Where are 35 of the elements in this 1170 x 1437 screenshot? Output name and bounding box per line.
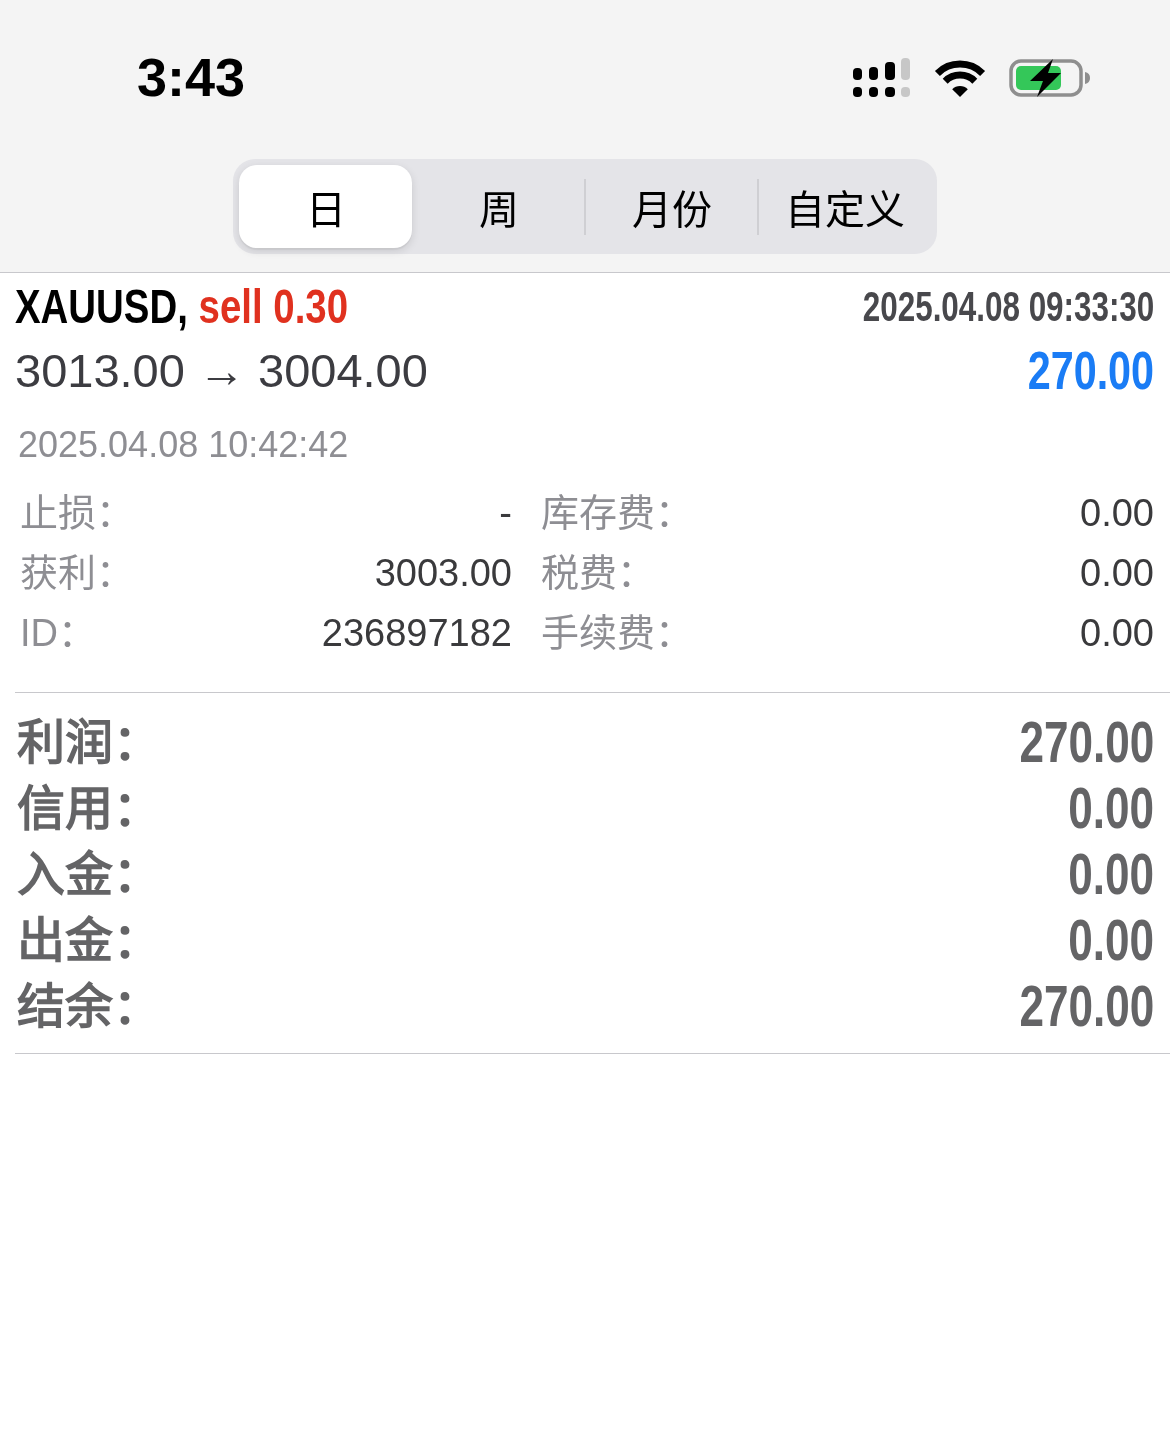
detail-value: 0.00 — [1080, 612, 1154, 656]
detail-value: 236897182 — [321, 612, 512, 656]
detail-value: 3003.00 — [374, 552, 512, 596]
tab[interactable]: 周 — [412, 165, 585, 248]
summary-label: 出金： — [16, 913, 161, 969]
summary-label: 结余： — [16, 979, 161, 1035]
price-change: 3013.00 → 3004.00 — [15, 343, 428, 398]
tab[interactable]: 日 — [239, 165, 412, 248]
summary-label: 信用： — [16, 781, 161, 837]
tab[interactable]: 月份 — [585, 165, 758, 248]
summary-value: 270.00 — [1019, 974, 1154, 1040]
open-time: 2025.04.08 09:33:30 — [862, 282, 1154, 332]
detail-label: 手续费： — [541, 612, 693, 656]
detail-label: 税费： — [541, 552, 655, 596]
battery-charging-icon — [1009, 57, 1090, 98]
summary-value: 0.00 — [1068, 842, 1154, 908]
summary-value: 0.00 — [1068, 776, 1154, 842]
status-time: 3:43 — [137, 47, 246, 108]
detail-value: 0.00 — [1080, 492, 1154, 536]
detail-label: 获利： — [20, 552, 134, 596]
detail-label: 库存费： — [541, 492, 693, 536]
summary-value: 270.00 — [1019, 710, 1154, 776]
signal-icon — [853, 57, 911, 98]
close-time: 2025.04.08 10:42:42 — [18, 424, 349, 466]
summary-label: 入金： — [16, 847, 161, 903]
symbol-label: XAUUSD, — [15, 280, 188, 334]
summary-label: 利润： — [16, 715, 161, 771]
detail-label: ID： — [20, 612, 96, 656]
tab[interactable]: 自定义 — [758, 165, 931, 248]
summary-value: 0.00 — [1068, 908, 1154, 974]
detail-value: - — [499, 492, 512, 536]
profit-value: 270.00 — [1027, 340, 1154, 402]
order-type-label: sell 0.30 — [198, 280, 349, 334]
detail-label: 止损： — [20, 492, 134, 536]
detail-value: 0.00 — [1080, 552, 1154, 596]
